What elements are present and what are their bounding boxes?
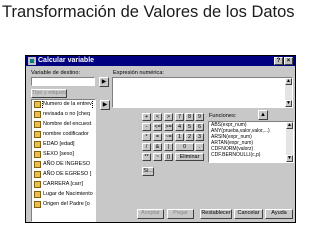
arrow-right-icon: ▶ bbox=[101, 79, 107, 85]
keypad-button[interactable]: 6 bbox=[195, 123, 204, 131]
variable-item[interactable]: EDAD [edad] bbox=[33, 140, 95, 149]
arrow-up-icon: ▲ bbox=[260, 112, 266, 118]
numeric-variable-icon bbox=[34, 201, 41, 208]
numeric-variable-icon bbox=[34, 101, 41, 108]
target-variable-input[interactable] bbox=[31, 77, 95, 86]
numeric-variable-icon bbox=[34, 131, 41, 138]
variable-item[interactable]: AÑO DE EGRESO [ bbox=[33, 170, 95, 179]
move-to-target-button[interactable]: ▶ bbox=[99, 77, 109, 87]
variable-item[interactable]: SEXO [sexo] bbox=[33, 150, 95, 159]
keypad-button[interactable]: + bbox=[142, 113, 151, 121]
keypad-button[interactable]: - bbox=[142, 123, 151, 131]
variable-item[interactable]: AÑO DE INGRESO bbox=[33, 160, 95, 169]
keypad-button[interactable]: 9 bbox=[195, 113, 204, 121]
numeric-variable-icon bbox=[34, 191, 41, 198]
keypad-button[interactable]: 0 bbox=[175, 143, 194, 151]
functions-scrollbar[interactable]: ▲ ▼ bbox=[286, 122, 293, 162]
close-title-button[interactable]: × bbox=[284, 57, 293, 65]
keypad-button[interactable]: = bbox=[153, 133, 162, 141]
target-variable-label: Variable de destino: bbox=[31, 70, 81, 76]
keypad-button[interactable]: >= bbox=[164, 123, 173, 131]
keypad-button[interactable]: . bbox=[195, 143, 204, 151]
reset-button[interactable]: Restablecer bbox=[200, 209, 232, 219]
numeric-variable-icon bbox=[34, 121, 41, 128]
numeric-variable-icon bbox=[34, 171, 41, 178]
scroll-down-icon[interactable]: ▼ bbox=[286, 155, 293, 162]
keypad-button[interactable]: 5 bbox=[185, 123, 194, 131]
scroll-up-icon[interactable]: ▲ bbox=[285, 78, 292, 85]
keypad-button[interactable]: & bbox=[153, 143, 162, 151]
keypad-button[interactable]: ~= bbox=[164, 133, 173, 141]
delete-button[interactable]: Eliminar bbox=[175, 153, 204, 161]
add-function-button[interactable]: ▲ bbox=[258, 110, 268, 120]
help-button[interactable]: Ayuda bbox=[265, 209, 293, 219]
variable-item[interactable]: Numero de la entrev bbox=[33, 100, 95, 109]
expression-label: Expresión numérica: bbox=[113, 70, 164, 76]
type-label-button[interactable]: Tipo y etiqueta... bbox=[31, 89, 67, 98]
functions-label: Funciones: bbox=[209, 113, 237, 119]
variable-list[interactable]: Numero de la entrev revisada o no [cheq … bbox=[31, 99, 96, 222]
dialog-title: Calcular variable bbox=[38, 57, 95, 64]
compute-variable-dialog: Calcular variable ? × Variable de destin… bbox=[25, 55, 296, 223]
arrow-right-icon: ▶ bbox=[102, 102, 108, 108]
keypad-button[interactable]: 7 bbox=[175, 113, 184, 121]
app-icon bbox=[28, 57, 36, 65]
keypad-button[interactable]: 8 bbox=[185, 113, 194, 121]
keypad-button[interactable]: <= bbox=[153, 123, 162, 131]
ok-button[interactable]: Aceptar bbox=[137, 209, 164, 219]
variable-item[interactable]: Nombre del encuest bbox=[33, 120, 95, 129]
function-item[interactable]: CDF.BERNOULLI(c,p) bbox=[211, 152, 281, 159]
variable-item[interactable]: revisada o no [cheq bbox=[33, 110, 95, 119]
expression-scrollbar[interactable]: ▲ ▼ bbox=[285, 78, 292, 107]
keypad-button[interactable]: 2 bbox=[185, 133, 194, 141]
keypad-button[interactable]: < bbox=[153, 113, 162, 121]
variable-item[interactable]: CARRERA [carr] bbox=[33, 180, 95, 189]
keypad-button[interactable]: * bbox=[142, 133, 151, 141]
keypad-button[interactable]: 4 bbox=[175, 123, 184, 131]
keypad-button[interactable]: ~ bbox=[153, 153, 162, 161]
variable-item[interactable]: Lugar de Nacimiento bbox=[33, 190, 95, 199]
numeric-variable-icon bbox=[34, 141, 41, 148]
numeric-variable-icon bbox=[34, 111, 41, 118]
functions-list[interactable]: ABS(expr_num) ANY(prueba,valor,valor,...… bbox=[208, 121, 294, 163]
keypad-button[interactable]: 3 bbox=[195, 133, 204, 141]
variable-item[interactable]: Origen del Padre [o bbox=[33, 200, 95, 209]
cancel-button[interactable]: Cancelar bbox=[234, 209, 263, 219]
variable-item[interactable]: nombre codificador bbox=[33, 130, 95, 139]
dialog-titlebar: Calcular variable ? × bbox=[26, 56, 295, 66]
scroll-up-icon[interactable]: ▲ bbox=[286, 122, 293, 129]
if-button[interactable]: Si... bbox=[142, 167, 154, 176]
keypad-button[interactable]: > bbox=[164, 113, 173, 121]
paste-button[interactable]: Pegar bbox=[167, 209, 194, 219]
scroll-down-icon[interactable]: ▼ bbox=[285, 100, 292, 107]
numeric-variable-icon bbox=[34, 161, 41, 168]
move-to-expression-button[interactable]: ▶ bbox=[100, 100, 110, 110]
slide-title: Transformación de Valores de los Datos bbox=[2, 3, 295, 21]
numeric-expression-input[interactable]: ▲ ▼ bbox=[112, 77, 293, 108]
numeric-variable-icon bbox=[34, 181, 41, 188]
numeric-variable-icon bbox=[34, 151, 41, 158]
keypad-button[interactable]: ** bbox=[142, 153, 151, 161]
keypad-button[interactable]: / bbox=[142, 143, 151, 151]
help-title-button[interactable]: ? bbox=[274, 57, 283, 65]
keypad-button[interactable]: | bbox=[164, 143, 173, 151]
keypad-button[interactable]: 1 bbox=[175, 133, 184, 141]
keypad-button[interactable]: () bbox=[164, 153, 173, 161]
